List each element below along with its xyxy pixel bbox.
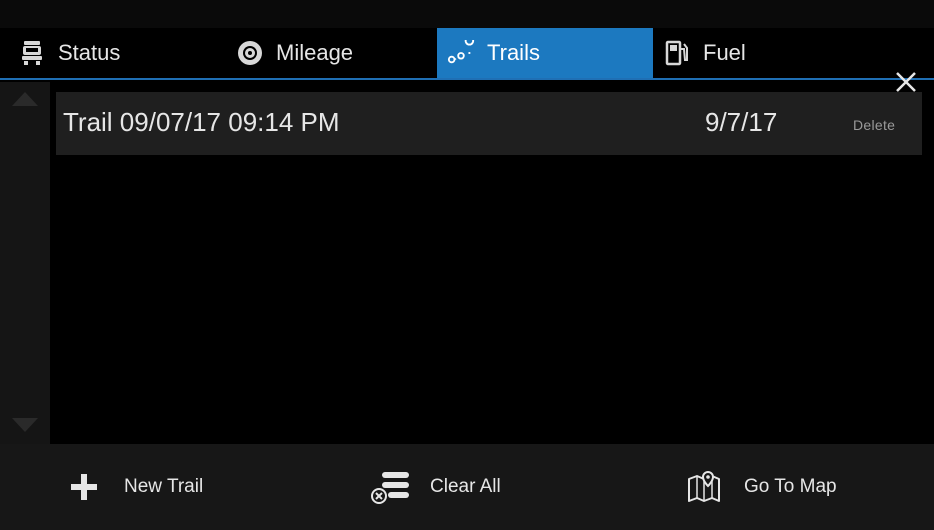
new-trail-button[interactable]: New Trail: [64, 444, 203, 530]
tab-trails-label: Trails: [487, 40, 540, 65]
go-to-map-label: Go To Map: [744, 476, 837, 497]
go-to-map-button[interactable]: Go To Map: [684, 444, 837, 530]
tab-fuel[interactable]: Fuel: [663, 28, 746, 78]
fuel-pump-icon: [663, 39, 691, 67]
list-scrollbar[interactable]: [0, 82, 50, 444]
top-status-strip: [0, 0, 934, 28]
tab-mileage-label: Mileage: [276, 40, 354, 65]
map-pin-icon: [684, 467, 724, 507]
route-pins-icon: [447, 39, 475, 67]
truck-icon: [18, 39, 46, 67]
tab-trails[interactable]: Trails: [437, 28, 653, 78]
trails-list: Trail 09/07/17 09:14 PM 9/7/17 Delete: [56, 92, 922, 155]
clear-list-icon: [370, 467, 410, 507]
delete-trail-button[interactable]: Delete: [853, 117, 895, 133]
close-icon: [896, 72, 916, 92]
plus-icon: [64, 467, 104, 507]
trail-date: 9/7/17: [705, 107, 778, 137]
clear-all-label: Clear All: [430, 476, 501, 497]
bottom-action-bar: New Trail Clear All Go To Map: [0, 444, 934, 530]
tab-status[interactable]: Status: [18, 28, 120, 78]
tire-icon: [236, 39, 264, 67]
trail-name: Trail 09/07/17 09:14 PM: [63, 107, 340, 137]
tab-bar: Status Mileage Trails Fuel: [0, 28, 934, 92]
clear-all-button[interactable]: Clear All: [370, 444, 501, 530]
trail-row[interactable]: Trail 09/07/17 09:14 PM 9/7/17 Delete: [56, 92, 922, 155]
tab-status-label: Status: [58, 40, 121, 65]
new-trail-label: New Trail: [124, 476, 204, 497]
scroll-up-arrow-icon[interactable]: [12, 92, 38, 106]
tab-fuel-label: Fuel: [703, 40, 746, 65]
scroll-down-arrow-icon[interactable]: [12, 418, 38, 432]
tab-mileage[interactable]: Mileage: [236, 28, 353, 78]
